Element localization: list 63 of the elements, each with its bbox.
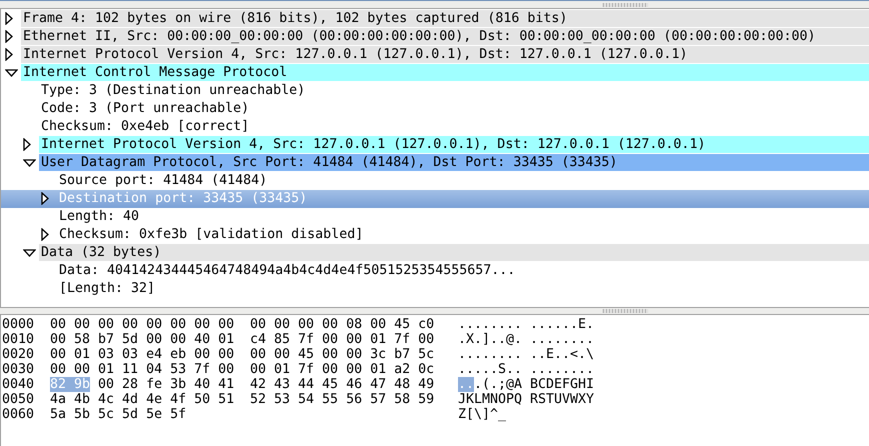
hex-bytes: 00 00 00 00 00 00 00 00	[50, 317, 234, 332]
hex-bytes: 00 28 fe 3b 40 41	[97, 377, 234, 392]
tree-item-label: Source port: 41484 (41484)	[58, 172, 268, 189]
hex-bytes: 52 53 54 55 56 57 58 59	[250, 392, 434, 407]
ascii-text: RSTUVWXY	[530, 392, 594, 407]
offset-text: 0020	[1, 347, 36, 362]
tree-row[interactable]: Code: 3 (Port unreachable)	[1, 100, 869, 118]
collapse-arrow-icon[interactable]	[23, 248, 36, 256]
ascii-text: .....S..	[458, 362, 522, 377]
ascii-text: ........	[530, 332, 594, 347]
ascii-text: ........	[530, 362, 594, 377]
expand-arrow-icon[interactable]	[5, 30, 13, 43]
tree-row[interactable]: Type: 3 (Destination unreachable)	[1, 82, 869, 100]
collapse-arrow-icon[interactable]	[5, 68, 18, 76]
expand-arrow-icon[interactable]	[23, 138, 31, 151]
splitter-grip[interactable]	[602, 309, 648, 313]
collapse-arrow-icon[interactable]	[23, 158, 36, 166]
tree-row[interactable]: Checksum: 0xfe3b [validation disabled]	[1, 226, 869, 244]
ascii-text: BCDEFGHI	[530, 377, 594, 392]
ascii-text: ........	[458, 317, 522, 332]
offset-text: 0050	[1, 392, 36, 407]
ascii-text: .X.]..@.	[458, 332, 522, 347]
hex-bytes: 00 01 03 03 e4 eb 00 00	[50, 347, 234, 362]
hex-bytes: 00 58 b7 5d 00 00 40 01	[50, 332, 234, 347]
tree-row[interactable]: Length: 40	[1, 208, 869, 226]
tree-item-label: Destination port: 33435 (33435)	[58, 190, 308, 207]
selected-hex-bytes: 82 9b	[50, 377, 90, 392]
splitter-grip[interactable]	[602, 2, 648, 6]
hex-bytes: c4 85 7f 00 00 01 7f 00	[250, 332, 434, 347]
expand-arrow-icon[interactable]	[5, 12, 13, 25]
tree-row[interactable]: [Length: 32]	[1, 280, 869, 298]
offset-text: 0000	[1, 317, 36, 332]
offset-text: 0030	[1, 362, 36, 377]
offset-text: 0010	[1, 332, 36, 347]
tree-item-label: Checksum: 0xfe3b [validation disabled]	[58, 226, 364, 243]
ascii-text: Z[\]^_	[458, 407, 506, 422]
expand-arrow-icon[interactable]	[41, 228, 49, 241]
tree-item-label: Data: 404142434445464748494a4b4c4d4e4f5051525354555657...	[58, 262, 516, 279]
ascii-text: ........	[458, 347, 522, 362]
tree-item-label: [Length: 32]	[58, 280, 156, 297]
ascii-text: JKLMNOPQ	[458, 392, 522, 407]
hex-bytes: 00 00 01 11 04 53 7f 00	[50, 362, 234, 377]
hex-bytes: 00 01 7f 00 00 01 a2 0c	[250, 362, 434, 377]
hex-bytes: 00 00 00 00 08 00 45 c0	[250, 317, 434, 332]
tree-row[interactable]: Data: 404142434445464748494a4b4c4d4e4f5051525354555657...	[1, 262, 869, 280]
hex-bytes: 5a 5b 5c 5d 5e 5f	[50, 407, 186, 422]
tree-item-label: Type: 3 (Destination unreachable)	[40, 82, 306, 99]
offset-text: 0040	[1, 377, 36, 392]
offset-text: 0060	[1, 407, 36, 422]
selected-ascii-text: ..	[458, 377, 474, 392]
tree-item-label: Code: 3 (Port unreachable)	[40, 100, 250, 117]
expand-arrow-icon[interactable]	[5, 48, 13, 61]
ascii-text: ......E.	[530, 317, 594, 332]
tree-item-label: Checksum: 0xe4eb [correct]	[40, 118, 250, 135]
hex-bytes: 42 43 44 45 46 47 48 49	[250, 377, 434, 392]
tree-row[interactable]: Checksum: 0xe4eb [correct]	[1, 118, 869, 136]
expand-arrow-icon[interactable]	[41, 192, 49, 205]
ascii-text: .(.;@A	[474, 377, 522, 392]
hex-bytes: 4a 4b 4c 4d 4e 4f 50 51	[50, 392, 234, 407]
ascii-text: ..E..<.\	[530, 347, 594, 362]
hex-bytes: 00 00 45 00 00 3c b7 5c	[250, 347, 434, 362]
tree-row[interactable]: Source port: 41484 (41484)	[1, 172, 869, 190]
tree-item-label: Length: 40	[58, 208, 140, 225]
